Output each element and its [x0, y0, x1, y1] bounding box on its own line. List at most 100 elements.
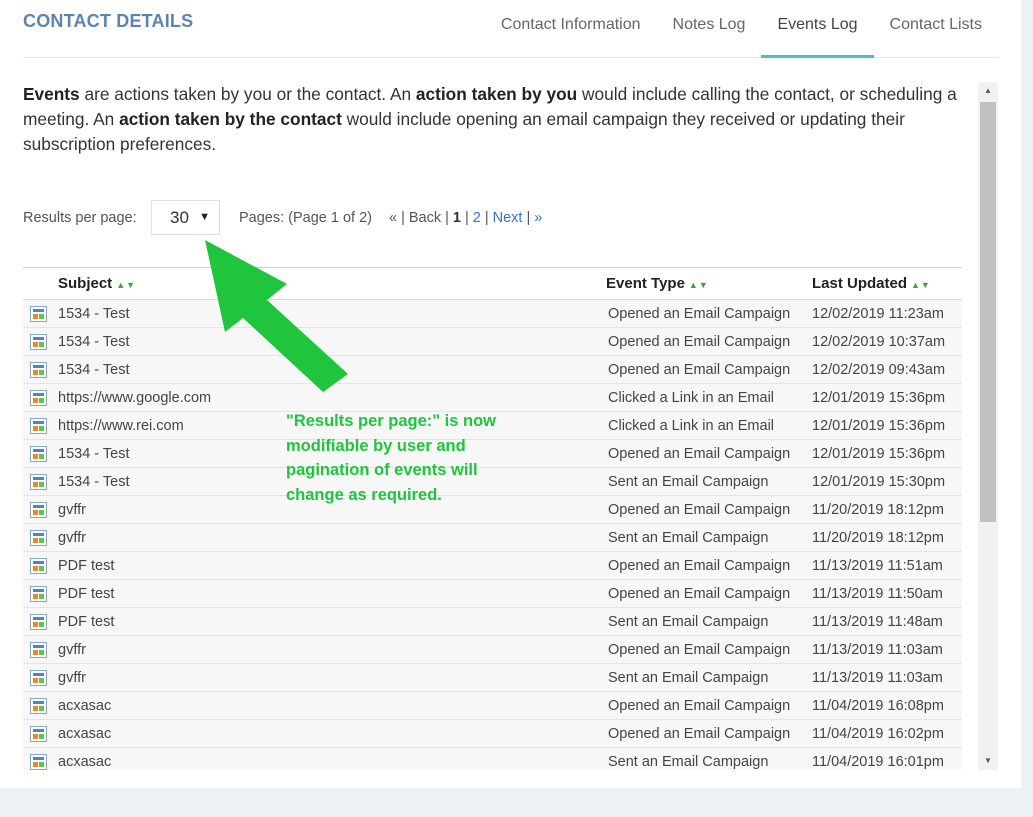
header-last-updated[interactable]: Last Updated ▲▼: [812, 267, 962, 300]
row-icon-cell: [23, 496, 58, 524]
row-icon-cell: [23, 580, 58, 608]
table-row[interactable]: PDF test Sent an Email Campaign 11/13/2019…: [23, 607, 962, 636]
row-last-updated: 12/01/2019 15:36pm: [812, 417, 946, 434]
row-icon-cell: [23, 720, 58, 748]
header-event-type[interactable]: Event Type ▲▼: [606, 267, 812, 300]
table-row[interactable]: PDF test Opened an Email Campaign 11/13/20…: [23, 579, 962, 608]
row-icon-cell: [23, 468, 58, 496]
results-per-page-label: Results per page:: [23, 210, 137, 226]
row-subject: acxasac: [58, 697, 112, 714]
row-last-updated: 12/02/2019 11:23am: [812, 305, 944, 322]
pager-last[interactable]: »: [534, 210, 542, 226]
sort-arrows-icon[interactable]: ▲▼: [116, 280, 136, 290]
intro-term-by-contact: action taken by the contact: [119, 109, 342, 129]
event-log-icon: [30, 445, 47, 462]
row-last-updated: 11/04/2019 16:01pm: [812, 753, 944, 770]
scroll-up-icon[interactable]: ▲: [978, 82, 998, 100]
table-row[interactable]: PDF test Opened an Email Campaign 11/13/20…: [23, 551, 962, 580]
pager-first[interactable]: «: [389, 210, 397, 226]
row-icon-cell: [23, 300, 58, 328]
caret-down-icon: ▼: [199, 211, 210, 223]
pager-separator: |: [401, 210, 405, 226]
event-log-icon: [30, 697, 47, 714]
table-row[interactable]: 1534 - Test Opened an Email Campaign 12/02…: [23, 355, 962, 384]
row-last-updated: 11/04/2019 16:08pm: [812, 697, 944, 714]
scroll-thumb[interactable]: [980, 102, 996, 522]
results-per-page-select[interactable]: 30 ▼: [151, 200, 220, 235]
table-row[interactable]: 1534 - Test Opened an Email Campaign 12/02…: [23, 327, 962, 356]
tab-bar: Contact Information Notes Log Events Log…: [485, 0, 998, 58]
header-event-type-label: Event Type: [606, 275, 685, 292]
row-last-updated: 11/13/2019 11:48am: [812, 613, 943, 630]
vertical-scrollbar[interactable]: ▲ ▼: [978, 82, 998, 770]
tab-contact-information[interactable]: Contact Information: [485, 0, 657, 58]
header-subject-label: Subject: [58, 275, 113, 292]
header-last-updated-label: Last Updated: [812, 275, 908, 292]
event-log-icon: [30, 753, 47, 770]
row-icon-cell: [23, 524, 58, 552]
row-last-updated: 11/13/2019 11:50am: [812, 585, 943, 602]
row-event-type: Sent an Email Campaign: [608, 613, 769, 630]
annotation-arrow-shape: [205, 240, 348, 392]
event-log-icon: [30, 305, 47, 322]
pager-next[interactable]: Next: [493, 210, 523, 226]
tab-events-log[interactable]: Events Log: [761, 0, 874, 58]
pager-links: «| Back | 1 | 2 | Next |»: [389, 210, 542, 226]
scroll-down-icon[interactable]: ▼: [978, 752, 998, 770]
page-title: CONTACT DETAILS: [23, 11, 194, 31]
row-icon-cell: [23, 552, 58, 580]
event-log-icon: [30, 333, 47, 350]
pager-separator: |: [526, 210, 531, 226]
table-row[interactable]: gvffr Sent an Email Campaign 11/20/2019 18…: [23, 523, 962, 552]
row-icon-cell: [23, 356, 58, 384]
table-row[interactable]: acxasac Sent an Email Campaign 11/04/2019 …: [23, 747, 962, 770]
tab-contact-lists[interactable]: Contact Lists: [874, 0, 998, 58]
table-row[interactable]: acxasac Opened an Email Campaign 11/04/201…: [23, 691, 962, 720]
pager-page-2[interactable]: 2: [473, 210, 481, 226]
pager-back[interactable]: Back: [409, 210, 441, 226]
pager-separator: |: [464, 210, 469, 226]
annotation-arrow-icon: [205, 240, 348, 392]
row-event-type: Opened an Email Campaign: [608, 697, 791, 714]
row-event-type: Opened an Email Campaign: [608, 641, 791, 658]
table-row[interactable]: gvffr Opened an Email Campaign 11/13/2019 …: [23, 635, 962, 664]
row-event-type: Opened an Email Campaign: [608, 361, 791, 378]
row-icon-cell: [23, 328, 58, 356]
row-last-updated: 11/20/2019 18:12pm: [812, 529, 944, 546]
event-log-icon: [30, 417, 47, 434]
sort-arrows-icon[interactable]: ▲▼: [689, 280, 709, 290]
table-row[interactable]: https://www.google.com Clicked a Link in …: [23, 383, 962, 412]
row-icon-cell: [23, 692, 58, 720]
table-row[interactable]: acxasac Opened an Email Campaign 11/04/201…: [23, 719, 962, 748]
tab-notes-log[interactable]: Notes Log: [657, 0, 762, 58]
event-log-icon: [30, 529, 47, 546]
row-subject: acxasac: [58, 753, 112, 770]
row-event-type: Opened an Email Campaign: [608, 501, 791, 518]
events-table: Subject ▲▼ Event Type ▲▼ Last Updated ▲▼ 15…: [23, 267, 962, 770]
table-row[interactable]: gvffr Sent an Email Campaign 11/13/2019 11…: [23, 663, 962, 692]
table-row[interactable]: 1534 - Test Opened an Email Campaign 12/02…: [23, 299, 962, 328]
event-log-icon: [30, 361, 47, 378]
event-log-icon: [30, 725, 47, 742]
pagination-bar: Results per page: 30 ▼ Pages: (Page 1 of…: [23, 200, 963, 236]
row-event-type: Sent an Email Campaign: [608, 529, 769, 546]
row-event-type: Opened an Email Campaign: [608, 305, 791, 322]
event-log-icon: [30, 473, 47, 490]
row-event-type: Sent an Email Campaign: [608, 753, 769, 770]
row-subject: gvffr: [58, 529, 86, 546]
row-subject: acxasac: [58, 725, 112, 742]
row-last-updated: 11/13/2019 11:51am: [812, 557, 943, 574]
intro-term-by-you: action taken by you: [415, 84, 578, 104]
event-log-icon: [30, 641, 47, 658]
event-log-icon: [30, 501, 47, 518]
row-last-updated: 12/02/2019 09:43am: [812, 361, 946, 378]
events-description: Events are actions taken by you or the c…: [23, 82, 963, 157]
row-subject: PDF test: [58, 557, 115, 574]
row-subject: gvffr: [58, 669, 86, 686]
sort-arrows-icon[interactable]: ▲▼: [911, 280, 931, 290]
row-last-updated: 12/01/2019 15:36pm: [812, 389, 946, 406]
row-icon-cell: [23, 636, 58, 664]
row-last-updated: 11/13/2019 11:03am: [812, 641, 943, 658]
row-event-type: Sent an Email Campaign: [608, 473, 769, 490]
row-last-updated: 11/04/2019 16:02pm: [812, 725, 944, 742]
